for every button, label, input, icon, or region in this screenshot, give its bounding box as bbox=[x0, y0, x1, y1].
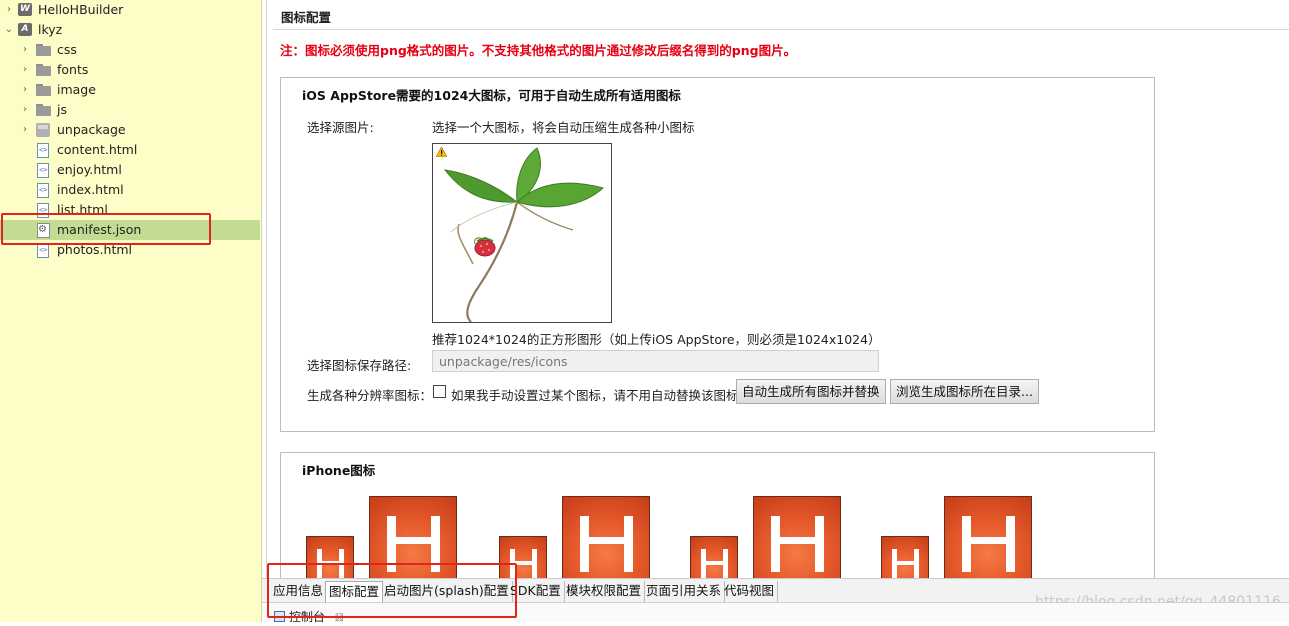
tree-item-content-html[interactable]: content.html bbox=[0, 140, 260, 160]
manifest-editor: 图标配置 注：图标必须使用png格式的图片。不支持其他格式的图片通过修改后缀名得… bbox=[262, 0, 1289, 592]
tree-item-fonts[interactable]: › fonts bbox=[0, 60, 260, 80]
html-file-icon bbox=[37, 143, 49, 158]
no-auto-replace-checkbox[interactable] bbox=[433, 385, 446, 398]
chevron-right-icon[interactable]: › bbox=[20, 65, 30, 75]
tree-item-lkyz[interactable]: ⌄ A lkyz bbox=[0, 20, 260, 40]
tree-item-label: image bbox=[57, 82, 96, 97]
source-image-label: 选择源图片: bbox=[307, 120, 374, 135]
page-title: 图标配置 bbox=[281, 10, 332, 25]
package-icon bbox=[36, 123, 50, 137]
tree-item-label: js bbox=[57, 102, 67, 117]
chevron-right-icon[interactable]: › bbox=[20, 125, 30, 135]
tree-item-label: HelloHBuilder bbox=[38, 2, 124, 17]
generate-resolutions-label: 生成各种分辨率图标： bbox=[307, 388, 433, 403]
tab-module-permissions[interactable]: 模块权限配置 bbox=[563, 581, 646, 602]
tree-item-label: css bbox=[57, 42, 77, 57]
browse-icons-folder-button[interactable]: 浏览生成图标所在目录... bbox=[890, 379, 1039, 404]
auto-generate-icons-button[interactable]: 自动生成所有图标并替换 bbox=[736, 379, 886, 404]
chevron-right-icon[interactable]: › bbox=[20, 45, 30, 55]
tree-item-css[interactable]: › css bbox=[0, 40, 260, 60]
save-path-label: 选择图标保存路径: bbox=[307, 358, 412, 373]
highlight-box-manifest bbox=[1, 213, 211, 245]
group-title: iPhone图标 bbox=[302, 463, 376, 478]
folder-icon bbox=[36, 64, 52, 76]
tree-item-unpackage[interactable]: › unpackage bbox=[0, 120, 260, 140]
chevron-right-icon[interactable]: › bbox=[20, 85, 30, 95]
tree-item-label: content.html bbox=[57, 142, 138, 157]
iphone-icon-large-2[interactable] bbox=[562, 496, 650, 586]
tree-item-label: fonts bbox=[57, 62, 89, 77]
folder-icon bbox=[36, 104, 52, 116]
recommend-size-text: 推荐1024*1024的正方形图形（如上传iOS AppStore，则必须是10… bbox=[432, 332, 881, 347]
folder-icon bbox=[36, 44, 52, 56]
tree-item-hellohbuilder[interactable]: › W HelloHBuilder bbox=[0, 0, 260, 20]
folder-icon bbox=[36, 84, 52, 96]
project-explorer: › W HelloHBuilder ⌄ A lkyz › css › fonts… bbox=[0, 0, 262, 622]
html-file-icon bbox=[37, 163, 49, 178]
iphone-icon-large-4[interactable] bbox=[944, 496, 1032, 586]
tree-item-label: enjoy.html bbox=[57, 162, 122, 177]
html-file-icon bbox=[37, 243, 49, 258]
save-path-input[interactable] bbox=[432, 350, 879, 372]
ios-appstore-icon-group: iOS AppStore需要的1024大图标，可用于自动生成所有适用图标 选择源… bbox=[280, 77, 1155, 432]
chevron-right-icon[interactable]: › bbox=[4, 5, 14, 15]
warning-icon bbox=[436, 147, 447, 157]
tab-code-view[interactable]: 代码视图 bbox=[721, 581, 779, 602]
web-project-icon: W bbox=[18, 3, 32, 16]
highlight-box-tabs bbox=[267, 563, 517, 618]
tree-item-label: lkyz bbox=[38, 22, 63, 37]
group-title: iOS AppStore需要的1024大图标，可用于自动生成所有适用图标 bbox=[302, 88, 681, 103]
no-auto-replace-label[interactable]: 如果我手动设置过某个图标，请不用自动替换该图标 bbox=[451, 385, 739, 404]
source-image-picker[interactable] bbox=[432, 143, 612, 323]
chevron-down-icon[interactable]: ⌄ bbox=[4, 25, 14, 35]
source-image-hint: 选择一个大图标，将会自动压缩生成各种小图标 bbox=[432, 120, 695, 135]
tree-item-enjoy-html[interactable]: enjoy.html bbox=[0, 160, 260, 180]
tree-item-label: unpackage bbox=[57, 122, 126, 137]
app-project-icon: A bbox=[18, 23, 32, 36]
chevron-right-icon[interactable]: › bbox=[20, 105, 30, 115]
strawberry-leaf-image bbox=[443, 147, 605, 322]
png-format-note: 注：图标必须使用png格式的图片。不支持其他格式的图片通过修改后缀名得到的png… bbox=[280, 43, 797, 58]
tree-item-image[interactable]: › image bbox=[0, 80, 260, 100]
title-divider bbox=[273, 29, 1289, 30]
tree-item-js[interactable]: › js bbox=[0, 100, 260, 120]
iphone-icon-large-3[interactable] bbox=[753, 496, 841, 586]
html-file-icon bbox=[37, 183, 49, 198]
tab-page-references[interactable]: 页面引用关系 bbox=[643, 581, 726, 602]
tree-item-index-html[interactable]: index.html bbox=[0, 180, 260, 200]
tree-item-label: index.html bbox=[57, 182, 124, 197]
